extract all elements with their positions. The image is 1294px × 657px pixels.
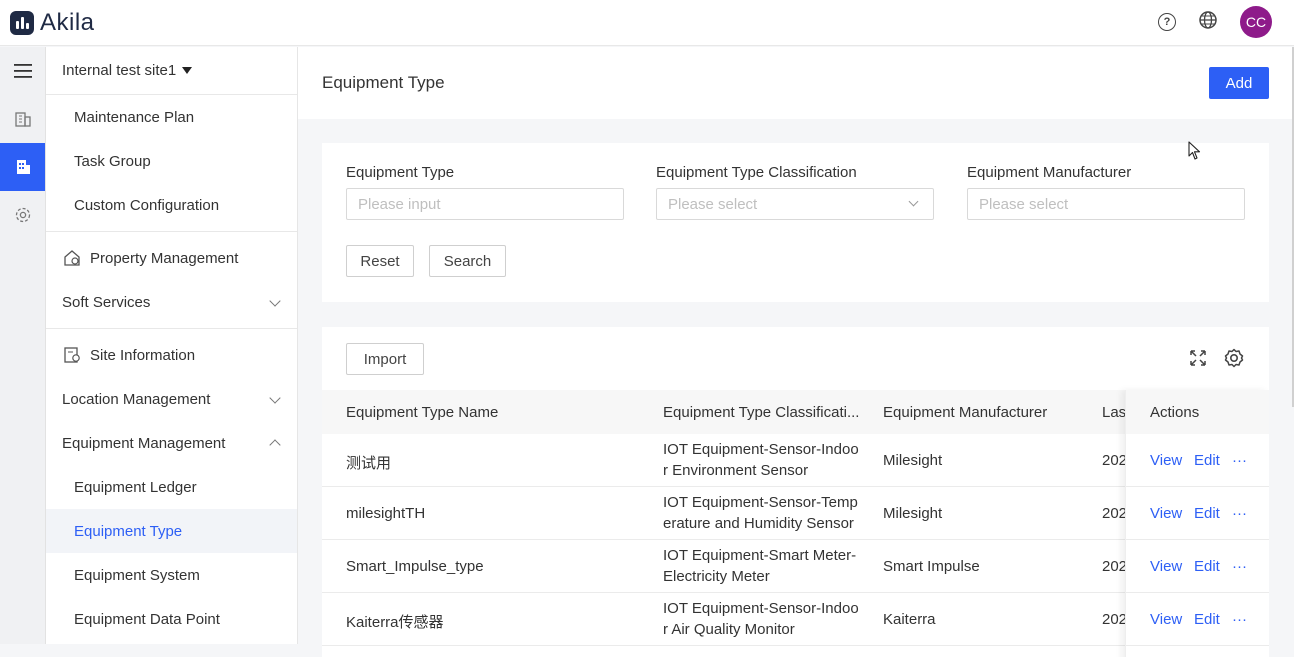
column-header-name[interactable]: Equipment Type Name bbox=[346, 404, 498, 421]
edit-link[interactable]: Edit bbox=[1194, 611, 1220, 628]
sidebar-item-equipment-data-point[interactable]: Equipment Data Point bbox=[46, 597, 297, 641]
logo-mark-icon bbox=[10, 11, 34, 35]
view-link[interactable]: View bbox=[1150, 558, 1182, 575]
more-icon[interactable]: ··· bbox=[1232, 505, 1247, 522]
page-title: Equipment Type bbox=[322, 73, 445, 92]
main-content: Equipment Type Add Equipment Type Please… bbox=[298, 47, 1294, 657]
site-icon[interactable] bbox=[0, 143, 45, 191]
chevron-down-icon bbox=[269, 295, 281, 307]
caret-down-icon bbox=[182, 67, 193, 74]
edit-link[interactable]: Edit bbox=[1194, 505, 1220, 522]
search-button[interactable]: Search bbox=[429, 245, 506, 277]
settings-icon[interactable] bbox=[0, 191, 45, 239]
sidebar-item-task-group[interactable]: Task Group bbox=[46, 139, 297, 183]
more-icon[interactable]: ··· bbox=[1232, 558, 1247, 575]
sidebar-item-property-management[interactable]: Property Management bbox=[46, 236, 297, 280]
classification-label: Equipment Type Classification bbox=[656, 164, 857, 181]
edit-link[interactable]: Edit bbox=[1194, 558, 1220, 575]
fullscreen-icon[interactable] bbox=[1189, 349, 1207, 372]
chevron-down-icon bbox=[908, 196, 919, 207]
sidebar-item-equipment-system[interactable]: Equipment System bbox=[46, 553, 297, 597]
divider bbox=[46, 231, 297, 232]
chevron-up-icon bbox=[269, 439, 281, 451]
more-icon[interactable]: ··· bbox=[1232, 611, 1247, 628]
table-panel: Import Equipment Type Name Equipment Typ… bbox=[322, 327, 1269, 657]
reset-button[interactable]: Reset bbox=[346, 245, 414, 277]
site-name: Internal test site1 bbox=[62, 62, 177, 79]
page-header: Equipment Type Add bbox=[298, 47, 1294, 119]
import-button[interactable]: Import bbox=[346, 343, 424, 375]
view-link[interactable]: View bbox=[1150, 452, 1182, 469]
sidebar-item-maintenance-plan[interactable]: Maintenance Plan bbox=[46, 95, 297, 139]
sidebar-item-site-information[interactable]: Site Information bbox=[46, 333, 297, 377]
sidebar-item-equipment-type[interactable]: Equipment Type bbox=[46, 509, 297, 553]
building-icon[interactable] bbox=[0, 95, 45, 143]
sidebar: Internal test site1 Maintenance Plan Tas… bbox=[46, 47, 298, 644]
sidebar-item-location-management[interactable]: Location Management bbox=[46, 377, 297, 421]
add-button[interactable]: Add bbox=[1209, 67, 1269, 99]
column-header-last[interactable]: Las bbox=[1102, 404, 1126, 421]
help-icon[interactable]: ? bbox=[1158, 13, 1176, 31]
sidebar-item-custom-configuration[interactable]: Custom Configuration bbox=[46, 183, 297, 227]
column-header-classification[interactable]: Equipment Type Classificati... bbox=[663, 404, 859, 421]
app-logo[interactable]: Akila bbox=[10, 9, 95, 37]
more-icon[interactable]: ··· bbox=[1232, 452, 1247, 469]
edit-link[interactable]: Edit bbox=[1194, 452, 1220, 469]
filter-panel: Equipment Type Please input Equipment Ty… bbox=[322, 143, 1269, 302]
house-shield-icon bbox=[62, 248, 82, 268]
app-name: Akila bbox=[40, 9, 95, 36]
divider bbox=[46, 328, 297, 329]
sidebar-item-equipment-ledger[interactable]: Equipment Ledger bbox=[46, 465, 297, 509]
column-header-actions: Actions bbox=[1126, 390, 1269, 434]
view-link[interactable]: View bbox=[1150, 505, 1182, 522]
sidebar-item-soft-services[interactable]: Soft Services bbox=[46, 280, 297, 324]
column-header-manufacturer[interactable]: Equipment Manufacturer bbox=[883, 404, 1047, 421]
menu-toggle-icon[interactable] bbox=[0, 47, 45, 95]
manufacturer-select[interactable]: Please select bbox=[967, 188, 1245, 220]
sidebar-item-equipment-management[interactable]: Equipment Management bbox=[46, 421, 297, 465]
actions-column: Actions View Edit ··· View Edit ··· View… bbox=[1125, 390, 1269, 657]
classification-select[interactable]: Please select bbox=[656, 188, 934, 220]
manufacturer-label: Equipment Manufacturer bbox=[967, 164, 1132, 181]
chevron-down-icon bbox=[269, 392, 281, 404]
site-info-icon bbox=[62, 345, 82, 365]
icon-rail bbox=[0, 47, 46, 644]
top-bar: Akila ? CC bbox=[0, 0, 1294, 46]
equipment-type-label: Equipment Type bbox=[346, 164, 455, 181]
avatar[interactable]: CC bbox=[1240, 6, 1272, 38]
globe-icon[interactable] bbox=[1198, 10, 1218, 35]
mouse-cursor-icon bbox=[1188, 141, 1202, 166]
gear-icon[interactable] bbox=[1223, 347, 1245, 374]
view-link[interactable]: View bbox=[1150, 611, 1182, 628]
site-selector[interactable]: Internal test site1 bbox=[46, 47, 297, 95]
equipment-type-input[interactable]: Please input bbox=[346, 188, 624, 220]
